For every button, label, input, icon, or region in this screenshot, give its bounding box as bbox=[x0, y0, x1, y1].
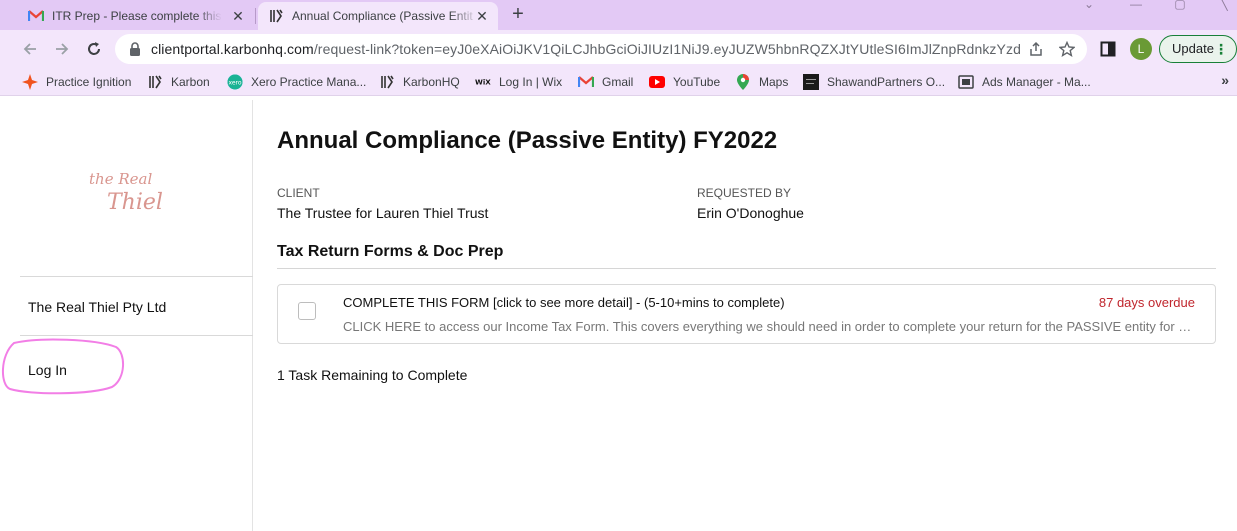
bookmark-label: KarbonHQ bbox=[403, 75, 460, 89]
requested-by-value: Erin O'Donoghue bbox=[697, 205, 804, 221]
maximize-icon[interactable]: ▢ bbox=[1170, 0, 1190, 12]
lock-icon bbox=[130, 42, 140, 56]
bookmark-youtube[interactable]: YouTube bbox=[649, 73, 720, 91]
bookmarks-more-button[interactable]: » bbox=[1221, 72, 1229, 88]
arrow-left-icon bbox=[23, 43, 36, 55]
close-window-icon[interactable]: ╲ bbox=[1214, 0, 1234, 12]
new-tab-button[interactable]: + bbox=[506, 3, 530, 27]
bookmark-label: YouTube bbox=[673, 75, 721, 89]
reload-button[interactable] bbox=[83, 38, 105, 60]
bookmark-karbon[interactable]: Karbon bbox=[147, 73, 210, 91]
logo-text-line1: the Real bbox=[89, 170, 152, 188]
gmail-icon bbox=[578, 74, 594, 90]
gmail-icon bbox=[28, 8, 44, 24]
maps-icon bbox=[735, 74, 751, 90]
section-title: Tax Return Forms & Doc Prep bbox=[277, 243, 504, 260]
xero-icon: xero bbox=[227, 74, 243, 90]
bookmark-maps[interactable]: Maps bbox=[735, 73, 788, 91]
client-value: The Trustee for Lauren Thiel Trust bbox=[277, 205, 489, 221]
youtube-icon bbox=[649, 74, 665, 90]
bookmark-label: Xero Practice Mana... bbox=[251, 75, 367, 89]
task-status-overdue: 87 days overdue bbox=[1098, 295, 1195, 310]
share-icon[interactable] bbox=[1027, 40, 1045, 58]
side-panel-icon[interactable] bbox=[1100, 41, 1116, 57]
wix-icon: WiX bbox=[475, 74, 491, 90]
arrow-right-icon bbox=[56, 43, 69, 55]
bookmark-ads-manager[interactable]: Ads Manager - Ma... bbox=[958, 73, 1091, 91]
company-logo: the Real Thiel bbox=[85, 160, 175, 220]
chevron-down-icon[interactable]: ⌄ bbox=[1079, 0, 1099, 12]
requested-by-label: REQUESTED BY bbox=[697, 186, 792, 200]
tab-separator bbox=[255, 8, 256, 24]
browser-toolbar: clientportal.karbonhq.com/request-link?t… bbox=[0, 30, 1237, 68]
svg-text:xero: xero bbox=[228, 80, 241, 87]
star-icon[interactable] bbox=[1058, 40, 1076, 58]
url-text: clientportal.karbonhq.com/request-link?t… bbox=[151, 41, 1021, 57]
highlight-circle-annotation bbox=[2, 338, 124, 395]
close-tab-icon[interactable]: ✕ bbox=[474, 8, 490, 24]
shawandpartners-icon bbox=[803, 74, 819, 90]
client-label: CLIENT bbox=[277, 186, 320, 200]
task-card[interactable]: COMPLETE THIS FORM [click to see more de… bbox=[277, 284, 1216, 344]
tab-itr-prep[interactable]: ITR Prep - Please complete this c ✕ bbox=[22, 2, 254, 30]
karbon-icon bbox=[379, 74, 395, 90]
bookmark-karbonhq[interactable]: KarbonHQ bbox=[379, 73, 460, 91]
page-title: Annual Compliance (Passive Entity) FY202… bbox=[277, 127, 778, 154]
url-host: clientportal.karbonhq.com bbox=[151, 41, 314, 57]
url-path: /request-link?token=eyJ0eXAiOiJKV1QiLCJh… bbox=[313, 41, 1021, 57]
bookmark-label: Maps bbox=[759, 75, 789, 89]
bookmark-label: ShawandPartners O... bbox=[827, 75, 946, 89]
forward-button[interactable] bbox=[51, 38, 73, 60]
back-button[interactable] bbox=[19, 38, 41, 60]
karbon-icon bbox=[268, 8, 284, 24]
tasks-remaining-text: 1 Task Remaining to Complete bbox=[277, 367, 468, 383]
address-bar[interactable]: clientportal.karbonhq.com/request-link?t… bbox=[115, 34, 1087, 64]
logo-text-line2: Thiel bbox=[107, 190, 163, 215]
update-label: Update bbox=[1172, 41, 1214, 56]
tab-title: Annual Compliance (Passive Entit bbox=[292, 9, 473, 23]
tab-annual-compliance[interactable]: Annual Compliance (Passive Entit ✕ bbox=[258, 2, 498, 30]
profile-avatar[interactable]: L bbox=[1130, 38, 1152, 60]
reload-icon bbox=[88, 42, 100, 55]
bookmark-label: Karbon bbox=[171, 75, 210, 89]
karbon-icon bbox=[147, 74, 163, 90]
tab-title: ITR Prep - Please complete this c bbox=[52, 9, 222, 23]
more-vert-icon[interactable]: ⋮ bbox=[1214, 36, 1228, 62]
task-title[interactable]: COMPLETE THIS FORM [click to see more de… bbox=[343, 295, 785, 310]
task-description: CLICK HERE to access our Income Tax Form… bbox=[343, 319, 1195, 334]
section-divider bbox=[277, 268, 1216, 269]
bookmark-practice-ignition[interactable]: Practice Ignition bbox=[22, 73, 131, 91]
bookmark-wix[interactable]: WiX Log In | Wix bbox=[475, 73, 562, 91]
bookmarks-bar: Practice Ignition Karbon xero Xero Pract… bbox=[0, 68, 1237, 96]
close-tab-icon[interactable]: ✕ bbox=[230, 8, 246, 24]
task-checkbox[interactable] bbox=[298, 302, 316, 320]
update-button[interactable]: Update ⋮ bbox=[1159, 35, 1237, 63]
practice-ignition-icon bbox=[22, 74, 38, 90]
bookmark-label: Gmail bbox=[602, 75, 634, 89]
bookmark-label: Practice Ignition bbox=[46, 75, 132, 89]
portal-sidebar: the Real Thiel The Real Thiel Pty Ltd Lo… bbox=[0, 100, 253, 531]
minimize-icon[interactable]: — bbox=[1126, 0, 1146, 12]
bookmark-xero[interactable]: xero Xero Practice Mana... bbox=[227, 73, 366, 91]
bookmark-label: Ads Manager - Ma... bbox=[982, 75, 1091, 89]
sidebar-company-name: The Real Thiel Pty Ltd bbox=[28, 299, 167, 315]
bookmark-label: Log In | Wix bbox=[499, 75, 563, 89]
svg-text:WiX: WiX bbox=[475, 78, 491, 87]
bookmark-gmail[interactable]: Gmail bbox=[578, 73, 633, 91]
ads-manager-icon bbox=[958, 74, 974, 90]
sidebar-divider bbox=[20, 276, 253, 277]
tab-strip: ITR Prep - Please complete this c ✕ Annu… bbox=[0, 0, 1237, 30]
bookmark-shawandpartners[interactable]: ShawandPartners O... bbox=[803, 73, 945, 91]
sidebar-divider bbox=[20, 335, 253, 336]
